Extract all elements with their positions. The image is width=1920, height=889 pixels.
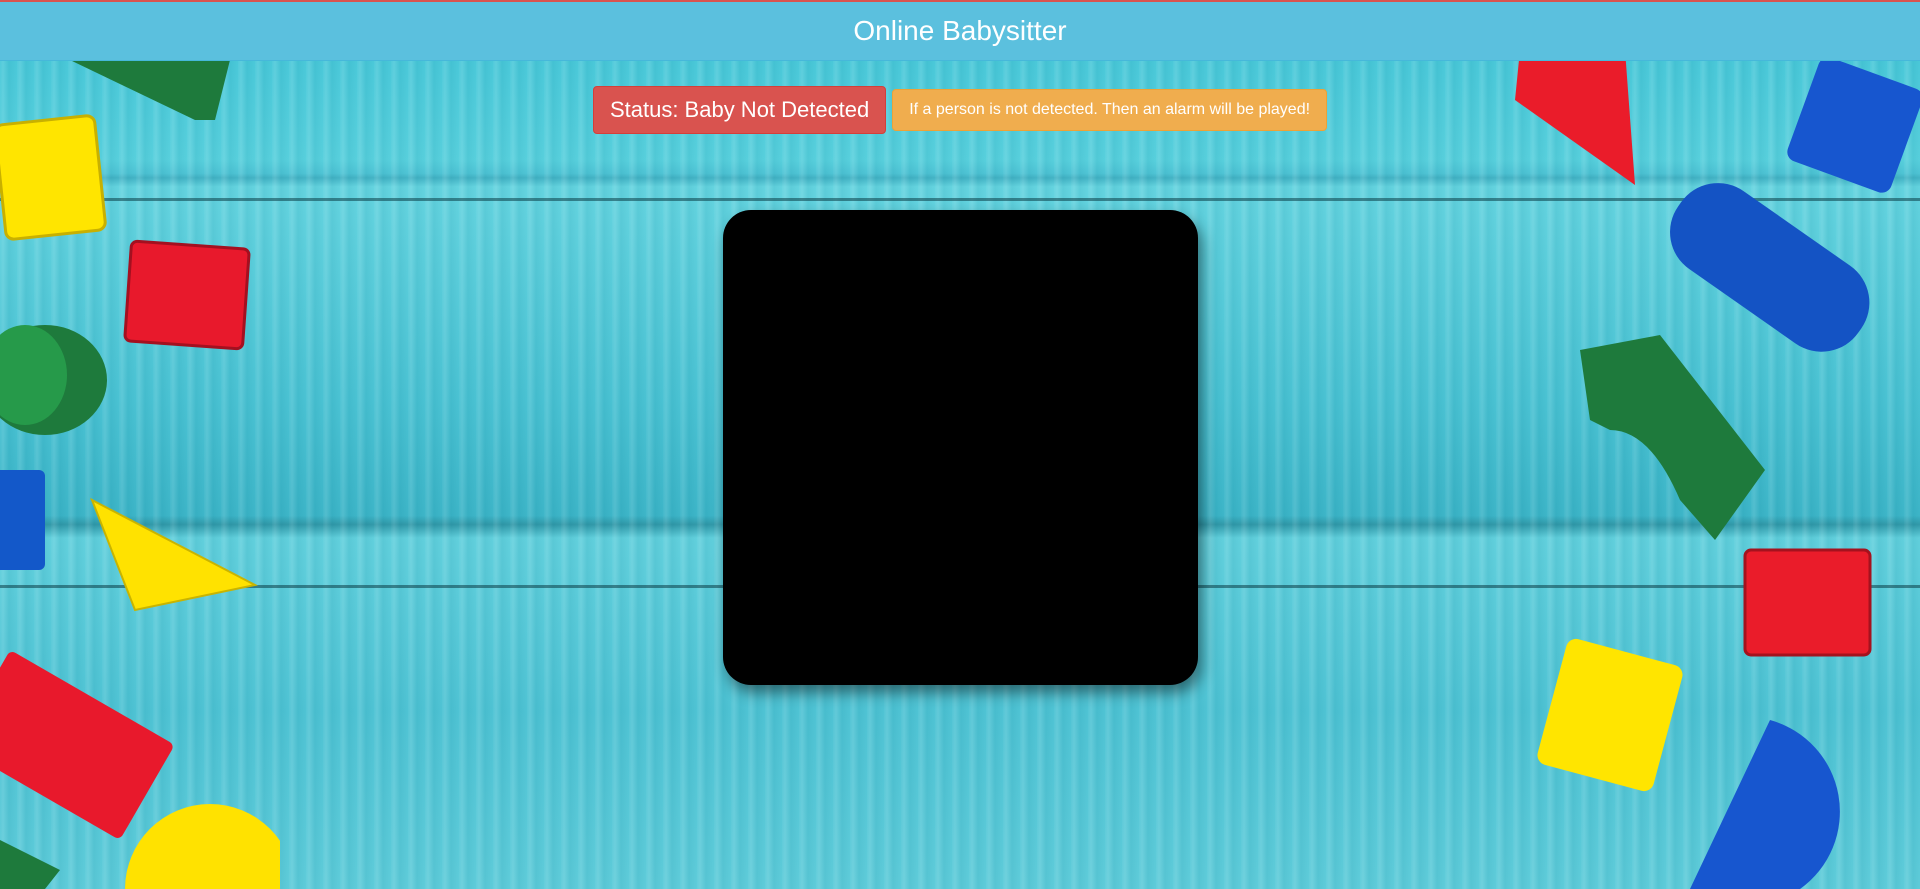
blue-half-circle	[1690, 720, 1840, 889]
page-title: Online Babysitter	[853, 15, 1067, 46]
yellow-cube-right	[1537, 638, 1683, 792]
red-cube	[123, 239, 251, 351]
green-corner-block	[0, 840, 60, 889]
blue-block	[0, 470, 45, 570]
red-cube-right	[1743, 548, 1872, 657]
blue-cylinder	[1670, 183, 1870, 352]
top-header-bar: Online Babysitter	[0, 0, 1920, 61]
green-arch-block	[1580, 335, 1765, 540]
yellow-half-circle	[125, 804, 280, 889]
status-badge: Status: Baby Not Detected	[592, 86, 887, 134]
toy-blocks-right-decoration	[1515, 50, 1920, 889]
alarm-warning-note: If a person is not detected. Then an ala…	[892, 89, 1328, 131]
camera-video-feed[interactable]	[723, 210, 1198, 685]
toy-blocks-left-decoration	[0, 60, 280, 889]
yellow-triangle	[90, 497, 258, 612]
red-bar	[0, 652, 173, 838]
status-row: Status: Baby Not Detected If a person is…	[0, 86, 1920, 134]
